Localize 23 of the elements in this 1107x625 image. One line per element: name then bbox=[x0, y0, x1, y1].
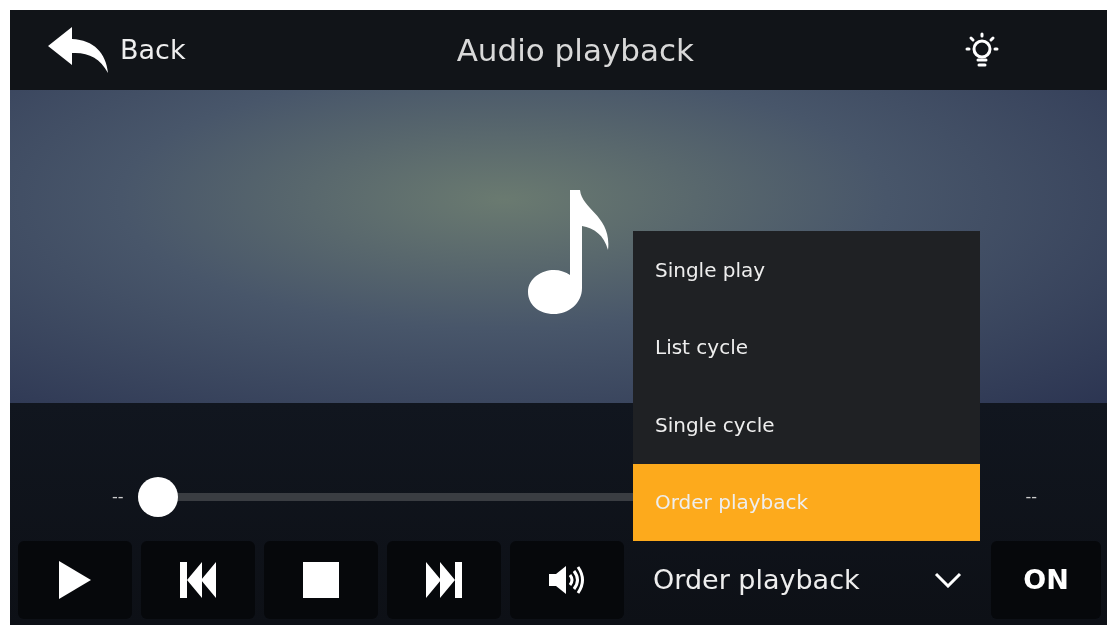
previous-button[interactable] bbox=[141, 541, 255, 619]
elapsed-time: -- bbox=[112, 486, 124, 508]
play-button[interactable] bbox=[18, 541, 132, 619]
play-icon bbox=[59, 561, 91, 599]
volume-button[interactable] bbox=[510, 541, 624, 619]
stop-icon bbox=[303, 562, 339, 598]
total-time: -- bbox=[1025, 486, 1037, 508]
slider-thumb[interactable] bbox=[137, 477, 178, 517]
stop-button[interactable] bbox=[264, 541, 378, 619]
screen-title: Audio playback bbox=[455, 30, 695, 70]
menu-option[interactable]: Single cycle bbox=[633, 386, 980, 464]
play-mode-dropdown[interactable]: Order playback bbox=[633, 541, 982, 619]
menu-option[interactable]: Single play bbox=[633, 231, 980, 309]
on-button[interactable]: ON bbox=[991, 541, 1101, 619]
back-button[interactable]: Back bbox=[48, 27, 186, 73]
speaker-icon bbox=[549, 564, 585, 596]
menu-option[interactable]: List cycle bbox=[633, 308, 980, 386]
chevron-down-icon bbox=[934, 572, 962, 588]
next-button[interactable] bbox=[387, 541, 501, 619]
back-arrow-icon bbox=[48, 27, 110, 73]
light-bulb-icon[interactable] bbox=[965, 32, 999, 68]
skip-forward-icon bbox=[426, 562, 462, 598]
skip-back-icon bbox=[180, 562, 216, 598]
